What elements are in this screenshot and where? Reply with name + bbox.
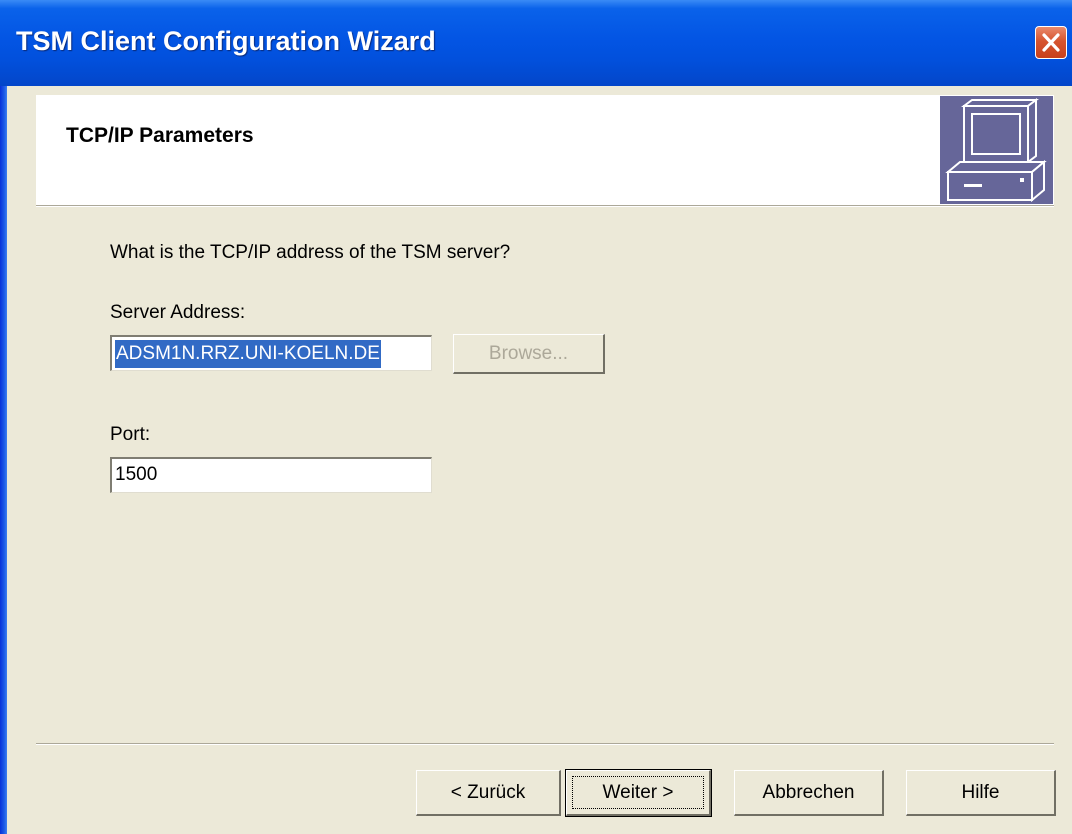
wizard-window: TSM Client Configuration Wizard TCP/IP P… [0,0,1072,834]
footer-divider-highlight [36,744,1054,745]
window-title: TSM Client Configuration Wizard [16,26,436,56]
close-button[interactable] [1035,26,1067,59]
back-button-label: < Zurück [450,782,526,803]
back-button[interactable]: < Zurück [416,770,561,816]
page-title: TCP/IP Parameters [66,124,254,147]
computer-icon [940,96,1053,204]
server-address-field[interactable]: ADSM1N.RRZ.UNI-KOELN.DE [110,335,432,371]
port-field[interactable]: 1500 [110,457,432,493]
focus-indicator [572,776,704,809]
window-frame-left [0,0,7,834]
header-divider-highlight [36,206,1054,207]
browse-button[interactable]: Browse... [453,334,605,374]
cancel-button[interactable]: Abbrechen [734,770,884,816]
server-address-label: Server Address: [110,302,246,323]
cancel-button-label: Abbrechen [762,782,855,803]
port-value: 1500 [115,464,158,485]
help-button[interactable]: Hilfe [906,770,1056,816]
help-button-label: Hilfe [961,782,1000,803]
question-text: What is the TCP/IP address of the TSM se… [110,242,511,263]
title-bar[interactable]: TSM Client Configuration Wizard [0,0,1072,86]
close-icon [1042,33,1060,52]
server-address-value: ADSM1N.RRZ.UNI-KOELN.DE [115,340,381,368]
port-label: Port: [110,424,151,445]
header-panel [36,95,1054,205]
next-button[interactable]: Weiter > [565,769,712,817]
